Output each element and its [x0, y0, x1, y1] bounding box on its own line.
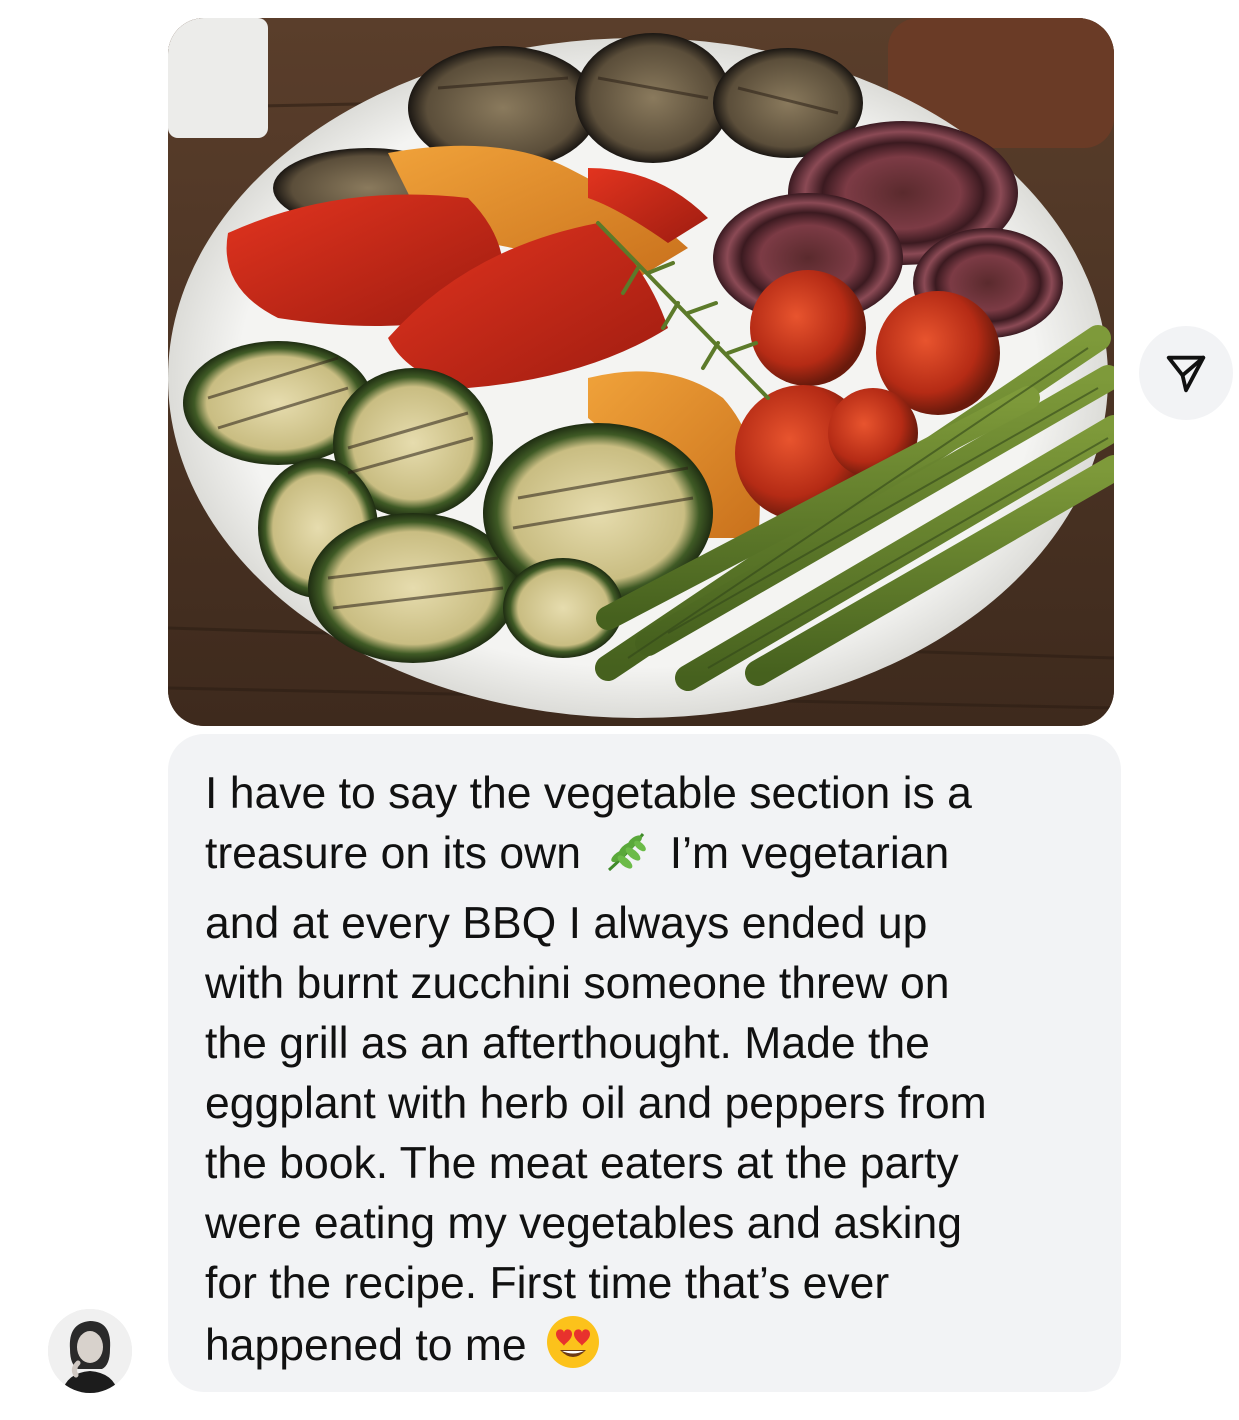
message-line: were eating my vegetables and asking	[205, 1199, 962, 1248]
message-line: for the recipe. First time that’s ever	[205, 1259, 890, 1308]
message-line: the book. The meat eaters at the party	[205, 1139, 959, 1188]
grilled-vegetables-photo	[168, 18, 1114, 726]
herb-emoji-icon	[599, 826, 651, 894]
message-line: and at every BBQ I always ended up	[205, 899, 928, 948]
message-line: with burnt zucchini someone threw on	[205, 959, 950, 1008]
message-line: eggplant with herb oil and peppers from	[205, 1079, 987, 1128]
share-button[interactable]	[1139, 326, 1233, 420]
message-line: I’m vegetarian	[669, 829, 950, 878]
heart-eyes-emoji-icon	[545, 1314, 601, 1386]
profile-photo	[48, 1309, 132, 1393]
message-bubble[interactable]: I have to say the vegetable section is a…	[168, 734, 1121, 1392]
message-text: I have to say the vegetable section is a…	[205, 764, 1091, 1386]
message-line: the grill as an afterthought. Made the	[205, 1019, 930, 1068]
paper-plane-icon	[1166, 355, 1206, 393]
message-line: happened to me	[205, 1321, 527, 1370]
message-line: treasure on its own	[205, 829, 581, 878]
avatar[interactable]	[48, 1309, 132, 1393]
message-line: I have to say the vegetable section is a	[205, 769, 972, 818]
shared-photo[interactable]	[168, 18, 1114, 726]
